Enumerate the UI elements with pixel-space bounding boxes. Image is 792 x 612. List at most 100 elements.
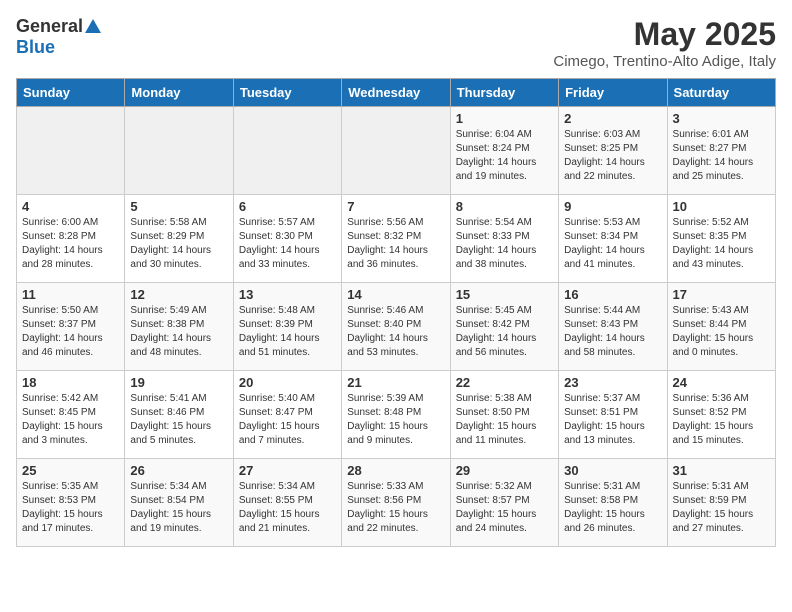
calendar-cell: 12 Sunrise: 5:49 AM Sunset: 8:38 PM Dayli… bbox=[125, 283, 233, 371]
calendar-cell: 22 Sunrise: 5:38 AM Sunset: 8:50 PM Dayli… bbox=[450, 371, 558, 459]
day-number: 12 bbox=[130, 287, 227, 302]
day-header-monday: Monday bbox=[125, 79, 233, 107]
calendar-cell: 27Sunrise: 5:34 AM Sunset: 8:55 PM Dayli… bbox=[233, 459, 341, 547]
day-info: Sunrise: 5:38 AM Sunset: 8:50 PM Dayligh… bbox=[456, 392, 553, 448]
calendar-cell: 31 Sunrise: 5:31 AM Sunset: 8:59 PM Dayli… bbox=[667, 459, 775, 547]
day-number: 24 bbox=[673, 375, 770, 390]
calendar-cell: 23 Sunrise: 5:37 AM Sunset: 8:51 PM Dayli… bbox=[559, 371, 667, 459]
day-info: Sunrise: 5:54 AM Sunset: 8:33 PM Dayligh… bbox=[456, 216, 553, 272]
calendar-cell bbox=[17, 107, 125, 195]
calendar-cell: 30 Sunrise: 5:31 AM Sunset: 8:58 PM Dayli… bbox=[559, 459, 667, 547]
page-header: General Blue May 2025 Cimego, Trentino-A… bbox=[16, 16, 776, 70]
day-info: Sunrise: 5:49 AM Sunset: 8:38 PM Dayligh… bbox=[130, 304, 227, 360]
day-number: 20 bbox=[239, 375, 336, 390]
calendar-cell: 3 Sunrise: 6:01 AM Sunset: 8:27 PM Daylig… bbox=[667, 107, 775, 195]
calendar-cell: 26 Sunrise: 5:34 AM Sunset: 8:54 PM Dayli… bbox=[125, 459, 233, 547]
calendar-cell: 15Sunrise: 5:45 AM Sunset: 8:42 PM Dayli… bbox=[450, 283, 558, 371]
day-number: 2 bbox=[564, 111, 661, 126]
calendar-cell: 25Sunrise: 5:35 AM Sunset: 8:53 PM Dayli… bbox=[17, 459, 125, 547]
day-info: Sunrise: 5:53 AM Sunset: 8:34 PM Dayligh… bbox=[564, 216, 661, 272]
day-info: Sunrise: 5:43 AM Sunset: 8:44 PM Dayligh… bbox=[673, 304, 770, 360]
day-info: Sunrise: 6:00 AM Sunset: 8:28 PM Dayligh… bbox=[22, 216, 119, 272]
day-info: Sunrise: 5:56 AM Sunset: 8:32 PM Dayligh… bbox=[347, 216, 444, 272]
day-info: Sunrise: 5:31 AM Sunset: 8:58 PM Dayligh… bbox=[564, 480, 661, 536]
day-number: 27 bbox=[239, 463, 336, 478]
day-number: 23 bbox=[564, 375, 661, 390]
day-header-saturday: Saturday bbox=[667, 79, 775, 107]
day-info: Sunrise: 5:44 AM Sunset: 8:43 PM Dayligh… bbox=[564, 304, 661, 360]
calendar-cell: 19Sunrise: 5:41 AM Sunset: 8:46 PM Dayli… bbox=[125, 371, 233, 459]
calendar-cell: 2 Sunrise: 6:03 AM Sunset: 8:25 PM Daylig… bbox=[559, 107, 667, 195]
day-header-wednesday: Wednesday bbox=[342, 79, 450, 107]
logo-blue: Blue bbox=[16, 37, 55, 58]
day-number: 3 bbox=[673, 111, 770, 126]
day-info: Sunrise: 6:03 AM Sunset: 8:25 PM Dayligh… bbox=[564, 128, 661, 184]
day-number: 4 bbox=[22, 199, 119, 214]
day-info: Sunrise: 5:39 AM Sunset: 8:48 PM Dayligh… bbox=[347, 392, 444, 448]
calendar-header-row: SundayMondayTuesdayWednesdayThursdayFrid… bbox=[17, 79, 776, 107]
day-info: Sunrise: 5:52 AM Sunset: 8:35 PM Dayligh… bbox=[673, 216, 770, 272]
day-number: 28 bbox=[347, 463, 444, 478]
calendar-cell bbox=[342, 107, 450, 195]
day-info: Sunrise: 6:04 AM Sunset: 8:24 PM Dayligh… bbox=[456, 128, 553, 184]
day-info: Sunrise: 5:57 AM Sunset: 8:30 PM Dayligh… bbox=[239, 216, 336, 272]
calendar-cell: 10 Sunrise: 5:52 AM Sunset: 8:35 PM Dayli… bbox=[667, 195, 775, 283]
logo: General Blue bbox=[16, 16, 101, 58]
day-info: Sunrise: 5:40 AM Sunset: 8:47 PM Dayligh… bbox=[239, 392, 336, 448]
calendar-cell: 21 Sunrise: 5:39 AM Sunset: 8:48 PM Dayli… bbox=[342, 371, 450, 459]
calendar-cell: 1 Sunrise: 6:04 AM Sunset: 8:24 PM Daylig… bbox=[450, 107, 558, 195]
day-number: 17 bbox=[673, 287, 770, 302]
day-number: 31 bbox=[673, 463, 770, 478]
day-info: Sunrise: 5:45 AM Sunset: 8:42 PM Dayligh… bbox=[456, 304, 553, 360]
calendar-week-row: 18Sunrise: 5:42 AM Sunset: 8:45 PM Dayli… bbox=[17, 371, 776, 459]
day-info: Sunrise: 5:32 AM Sunset: 8:57 PM Dayligh… bbox=[456, 480, 553, 536]
calendar-cell: 20 Sunrise: 5:40 AM Sunset: 8:47 PM Dayli… bbox=[233, 371, 341, 459]
calendar-cell: 24Sunrise: 5:36 AM Sunset: 8:52 PM Dayli… bbox=[667, 371, 775, 459]
day-number: 18 bbox=[22, 375, 119, 390]
day-info: Sunrise: 6:01 AM Sunset: 8:27 PM Dayligh… bbox=[673, 128, 770, 184]
day-number: 11 bbox=[22, 287, 119, 302]
day-number: 14 bbox=[347, 287, 444, 302]
calendar-cell: 5 Sunrise: 5:58 AM Sunset: 8:29 PM Daylig… bbox=[125, 195, 233, 283]
day-info: Sunrise: 5:50 AM Sunset: 8:37 PM Dayligh… bbox=[22, 304, 119, 360]
day-number: 5 bbox=[130, 199, 227, 214]
day-number: 30 bbox=[564, 463, 661, 478]
day-info: Sunrise: 5:58 AM Sunset: 8:29 PM Dayligh… bbox=[130, 216, 227, 272]
day-number: 10 bbox=[673, 199, 770, 214]
day-number: 21 bbox=[347, 375, 444, 390]
day-number: 16 bbox=[564, 287, 661, 302]
day-number: 7 bbox=[347, 199, 444, 214]
day-number: 8 bbox=[456, 199, 553, 214]
day-info: Sunrise: 5:46 AM Sunset: 8:40 PM Dayligh… bbox=[347, 304, 444, 360]
day-number: 13 bbox=[239, 287, 336, 302]
calendar-cell bbox=[233, 107, 341, 195]
day-info: Sunrise: 5:33 AM Sunset: 8:56 PM Dayligh… bbox=[347, 480, 444, 536]
month-title: May 2025 bbox=[553, 16, 776, 53]
location-subtitle: Cimego, Trentino-Alto Adige, Italy bbox=[553, 53, 776, 70]
calendar-cell: 29 Sunrise: 5:32 AM Sunset: 8:57 PM Dayli… bbox=[450, 459, 558, 547]
day-info: Sunrise: 5:34 AM Sunset: 8:54 PM Dayligh… bbox=[130, 480, 227, 536]
calendar-body: 1 Sunrise: 6:04 AM Sunset: 8:24 PM Daylig… bbox=[17, 107, 776, 547]
calendar-cell: 8 Sunrise: 5:54 AM Sunset: 8:33 PM Daylig… bbox=[450, 195, 558, 283]
day-info: Sunrise: 5:37 AM Sunset: 8:51 PM Dayligh… bbox=[564, 392, 661, 448]
day-number: 26 bbox=[130, 463, 227, 478]
calendar-cell: 7 Sunrise: 5:56 AM Sunset: 8:32 PM Daylig… bbox=[342, 195, 450, 283]
calendar-cell: 6Sunrise: 5:57 AM Sunset: 8:30 PM Daylig… bbox=[233, 195, 341, 283]
calendar-week-row: 25Sunrise: 5:35 AM Sunset: 8:53 PM Dayli… bbox=[17, 459, 776, 547]
calendar-cell: 14 Sunrise: 5:46 AM Sunset: 8:40 PM Dayli… bbox=[342, 283, 450, 371]
calendar-week-row: 4 Sunrise: 6:00 AM Sunset: 8:28 PM Daylig… bbox=[17, 195, 776, 283]
day-number: 1 bbox=[456, 111, 553, 126]
calendar-cell: 13Sunrise: 5:48 AM Sunset: 8:39 PM Dayli… bbox=[233, 283, 341, 371]
logo-general: General bbox=[16, 16, 83, 37]
calendar-cell: 16 Sunrise: 5:44 AM Sunset: 8:43 PM Dayli… bbox=[559, 283, 667, 371]
day-number: 22 bbox=[456, 375, 553, 390]
day-header-sunday: Sunday bbox=[17, 79, 125, 107]
day-header-tuesday: Tuesday bbox=[233, 79, 341, 107]
day-number: 29 bbox=[456, 463, 553, 478]
day-number: 9 bbox=[564, 199, 661, 214]
day-number: 19 bbox=[130, 375, 227, 390]
calendar-table: SundayMondayTuesdayWednesdayThursdayFrid… bbox=[16, 78, 776, 547]
day-header-thursday: Thursday bbox=[450, 79, 558, 107]
calendar-week-row: 1 Sunrise: 6:04 AM Sunset: 8:24 PM Daylig… bbox=[17, 107, 776, 195]
day-info: Sunrise: 5:31 AM Sunset: 8:59 PM Dayligh… bbox=[673, 480, 770, 536]
